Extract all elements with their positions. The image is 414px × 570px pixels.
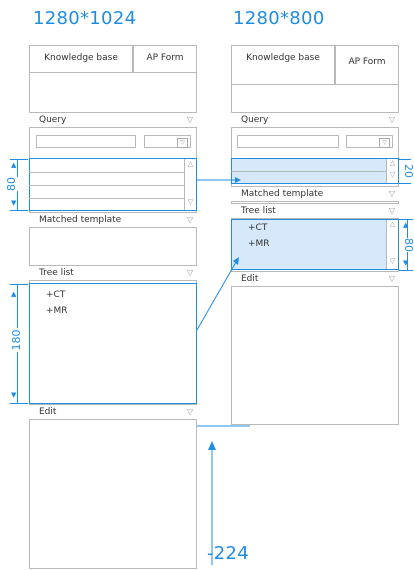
chevron-down-icon: ▽: [388, 115, 395, 124]
right-matched-template-header[interactable]: Matched template ▽: [231, 186, 399, 202]
dimension-tick: [399, 159, 411, 160]
divider: [231, 171, 386, 172]
left-title: 1280*1024: [33, 8, 137, 29]
left-tab-ap-form[interactable]: AP Form: [133, 45, 197, 73]
left-query-select[interactable]: ▽: [144, 135, 191, 148]
right-query-label: Query: [241, 115, 269, 125]
right-edit-header[interactable]: Edit ▽: [231, 271, 399, 287]
left-tab-knowledge-base[interactable]: Knowledge base: [29, 45, 133, 73]
arrow-down-icon: ▼: [11, 391, 17, 399]
right-tree-item-mr[interactable]: +MR: [248, 239, 270, 249]
dimension-tick: [399, 183, 411, 184]
right-title: 1280*800: [233, 8, 325, 29]
left-query-dim-label: 80: [5, 177, 25, 191]
right-matched-template-label: Matched template: [241, 189, 324, 199]
left-edit-label: Edit: [39, 407, 57, 417]
chevron-down-icon: ▽: [186, 407, 193, 416]
arrow-down-icon: ▼: [403, 259, 409, 267]
dimension-tick: [10, 159, 28, 160]
chevron-down-icon: ▽: [388, 206, 395, 215]
arrow-up-icon: ▲: [11, 290, 17, 298]
right-query-input[interactable]: [237, 135, 339, 148]
right-query-scrollbar[interactable]: △ ▽: [386, 159, 398, 183]
left-tree-list-header[interactable]: Tree list ▽: [29, 265, 197, 281]
left-tree-list-label: Tree list: [39, 268, 74, 278]
right-tree-dim-label: 80: [399, 238, 414, 252]
right-tab-knowledge-base[interactable]: Knowledge base: [231, 45, 335, 85]
left-query-label: Query: [39, 115, 67, 125]
right-tree-list-header[interactable]: Tree list ▽: [231, 203, 399, 219]
chevron-down-icon: ▽: [388, 274, 395, 283]
left-tree-area: [29, 283, 197, 404]
right-query-dim-label: 20: [399, 164, 414, 178]
arrow-up-icon: ▲: [403, 221, 409, 229]
chevron-down-icon: ▽: [177, 138, 188, 148]
dimension-tick: [399, 219, 413, 220]
left-query-input[interactable]: [36, 135, 136, 148]
scroll-up-icon[interactable]: △: [185, 160, 196, 168]
right-tree-item-ct[interactable]: +CT: [248, 223, 267, 233]
right-tree-scrollbar[interactable]: △ ▽: [386, 220, 398, 269]
scroll-down-icon[interactable]: ▽: [387, 171, 398, 179]
right-query-select[interactable]: ▽: [346, 135, 393, 148]
left-tree-item-ct[interactable]: +CT: [46, 290, 65, 300]
dimension-tick: [10, 403, 28, 404]
dimension-tick: [10, 210, 28, 211]
chevron-down-icon: ▽: [186, 268, 193, 277]
arrow-up-icon: [208, 441, 216, 450]
divider: [29, 172, 184, 173]
divider: [29, 185, 184, 186]
scroll-down-icon[interactable]: ▽: [185, 198, 196, 206]
chevron-down-icon: ▽: [186, 215, 193, 224]
right-tab-ap-form[interactable]: AP Form: [335, 45, 399, 85]
chevron-down-icon: ▽: [186, 115, 193, 124]
arrow-up-icon: ▲: [11, 161, 17, 169]
right-edit-label: Edit: [241, 274, 259, 284]
chevron-down-icon: ▽: [379, 138, 390, 148]
left-tree-item-mr[interactable]: +MR: [46, 306, 68, 316]
left-query-scrollbar[interactable]: △ ▽: [184, 159, 196, 210]
scroll-down-icon[interactable]: ▽: [387, 257, 398, 265]
height-difference-label: -224: [207, 543, 250, 564]
dimension-tick: [399, 270, 413, 271]
right-query-header[interactable]: Query ▽: [231, 112, 399, 128]
left-edit-header[interactable]: Edit ▽: [29, 404, 197, 420]
arrow-down-icon: ▼: [11, 199, 17, 207]
left-tree-dim-label: 180: [10, 328, 24, 352]
right-tree-list-label: Tree list: [241, 206, 276, 216]
left-query-header[interactable]: Query ▽: [29, 112, 197, 128]
dimension-tick: [10, 284, 28, 285]
scroll-up-icon[interactable]: △: [387, 159, 398, 167]
chevron-down-icon: ▽: [388, 189, 395, 198]
divider: [29, 198, 184, 199]
left-matched-template-label: Matched template: [39, 215, 122, 225]
scroll-up-icon[interactable]: △: [387, 220, 398, 228]
left-matched-template-header[interactable]: Matched template ▽: [29, 212, 197, 228]
